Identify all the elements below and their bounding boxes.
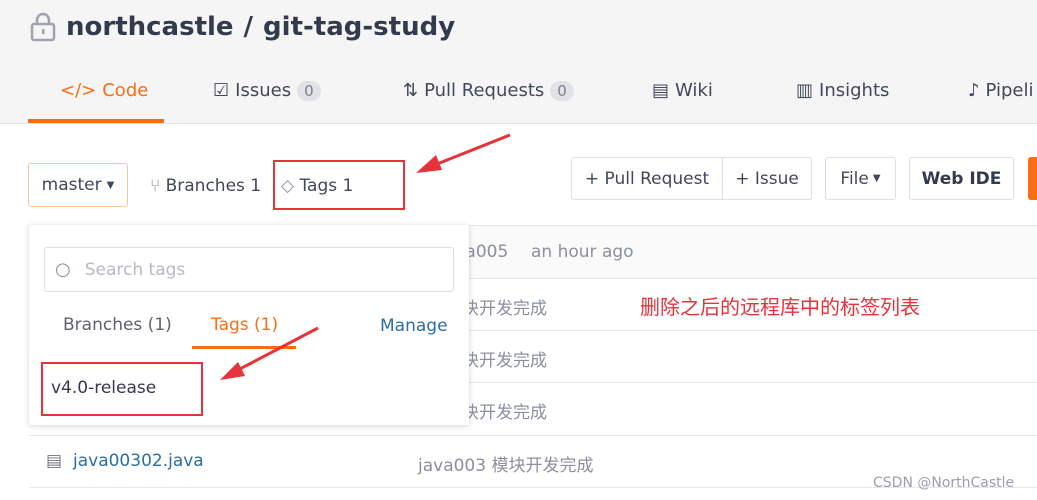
annotation-arrows [220, 133, 511, 380]
annotation-arrow [431, 133, 511, 168]
arrow-head [220, 362, 245, 380]
watermark: CSDN @NorthCastle [873, 475, 1015, 491]
arrow-head [416, 155, 442, 173]
annotation-arrow [235, 326, 319, 373]
